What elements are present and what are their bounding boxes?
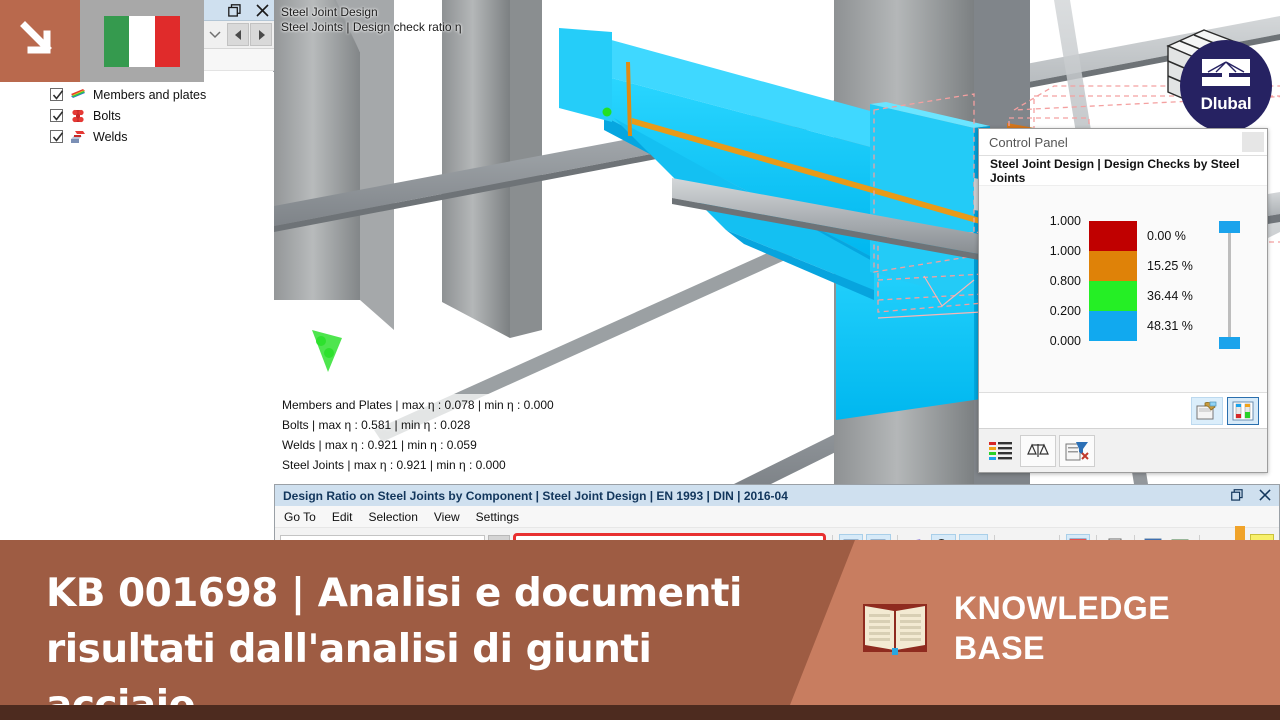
scale-value-labels: 1.000 1.000 0.800 0.200 0.000 bbox=[979, 206, 1081, 356]
scales-balance-icon bbox=[1027, 443, 1049, 457]
knowledge-base-line1: KNOWLEDGE bbox=[954, 590, 1171, 626]
control-panel-footer bbox=[979, 392, 1267, 428]
scale-value-1: 1.000 bbox=[1049, 244, 1081, 258]
color-band-blue[interactable] bbox=[1089, 311, 1137, 341]
annotation-corner-arrow bbox=[0, 0, 80, 82]
scale-value-3: 0.200 bbox=[1049, 304, 1081, 318]
legend-line-bolts: Bolts | max η : 0.581 | min η : 0.028 bbox=[282, 418, 471, 432]
scale-value-4: 0.000 bbox=[1049, 334, 1081, 348]
flag-stripe-red bbox=[154, 15, 180, 67]
tree-label-bolts: Bolts bbox=[93, 108, 121, 123]
legend-line-steel-joints: Steel Joints | max η : 0.921 | min η : 0… bbox=[282, 458, 506, 472]
checkbox-bolts[interactable] bbox=[50, 109, 64, 122]
color-bands[interactable] bbox=[1089, 221, 1137, 341]
navigator-prev-button[interactable] bbox=[227, 23, 249, 46]
filter-clipboard-icon bbox=[1065, 441, 1089, 460]
band-percent-green: 36.44 % bbox=[1147, 289, 1193, 303]
color-spectrum-edit-icon bbox=[1196, 401, 1217, 419]
color-band-green[interactable] bbox=[1089, 281, 1137, 311]
band-percentages: 0.00 % 15.25 % 36.44 % 48.31 % bbox=[1147, 221, 1193, 341]
close-icon[interactable] bbox=[253, 1, 271, 19]
control-panel-titlebar[interactable]: Control Panel bbox=[979, 129, 1267, 155]
results-close-icon[interactable] bbox=[1256, 486, 1274, 504]
knowledge-base-line2: BASE bbox=[954, 630, 1045, 666]
viewport-label-line1: Steel Joint Design bbox=[281, 5, 378, 19]
slider-handle-top[interactable] bbox=[1219, 221, 1240, 233]
welds-icon bbox=[70, 130, 86, 144]
scale-value-2: 0.800 bbox=[1049, 274, 1081, 288]
color-band-red[interactable] bbox=[1089, 221, 1137, 251]
knowledge-base-banner: KB 001698 | Analisi e documenti risultat… bbox=[0, 540, 1280, 720]
bolts-icon bbox=[70, 109, 86, 123]
slider-handle-bottom[interactable] bbox=[1219, 337, 1240, 349]
navigator-dropdown-button[interactable] bbox=[204, 23, 226, 46]
tree-label-members-and-plates: Members and plates bbox=[93, 87, 207, 102]
control-panel[interactable]: Control Panel Steel Joint Design | Desig… bbox=[978, 128, 1268, 473]
control-panel-tabs[interactable] bbox=[979, 428, 1267, 472]
band-percent-blue: 48.31 % bbox=[1147, 319, 1193, 333]
color-scale-icon bbox=[989, 441, 1012, 460]
tree-item-bolts[interactable]: Bolts bbox=[0, 105, 274, 126]
menu-item-selection[interactable]: Selection bbox=[369, 510, 418, 524]
slider-track bbox=[1228, 227, 1231, 345]
italian-flag-icon bbox=[104, 15, 180, 67]
tree-item-members-and-plates[interactable]: Members and plates bbox=[0, 84, 274, 105]
control-panel-title: Control Panel bbox=[989, 134, 1068, 150]
flag-stripe-white bbox=[129, 15, 155, 67]
banner-article-title: KB 001698 | Analisi e documenti risultat… bbox=[46, 571, 742, 720]
legend-line-welds: Welds | max η : 0.921 | min η : 0.059 bbox=[282, 438, 477, 452]
viewport-extreme-values-legend: Members and Plates | max η : 0.078 | min… bbox=[278, 394, 558, 476]
results-window-titlebar[interactable]: Design Ratio on Steel Joints by Componen… bbox=[275, 485, 1279, 506]
tree-item-welds[interactable]: Welds bbox=[0, 126, 274, 147]
menu-item-edit[interactable]: Edit bbox=[332, 510, 353, 524]
knowledge-base-block: KNOWLEDGE BASE bbox=[862, 588, 1170, 668]
menu-item-settings[interactable]: Settings bbox=[476, 510, 519, 524]
scale-range-slider[interactable] bbox=[1219, 221, 1241, 349]
legend-line-members: Members and Plates | max η : 0.078 | min… bbox=[282, 398, 554, 412]
value-scale-settings-icon bbox=[1232, 401, 1254, 420]
language-flag-badge bbox=[80, 0, 204, 82]
color-band-orange[interactable] bbox=[1089, 251, 1137, 281]
scale-value-0: 1.000 bbox=[1049, 214, 1081, 228]
checkbox-members-and-plates[interactable] bbox=[50, 88, 64, 101]
results-menu-bar[interactable]: Go To Edit Selection View Settings bbox=[275, 506, 1279, 528]
open-book-icon bbox=[863, 604, 927, 655]
arrow-left-icon bbox=[234, 29, 241, 40]
restore-icon[interactable] bbox=[225, 1, 243, 19]
results-restore-icon[interactable] bbox=[1228, 486, 1246, 504]
dlubal-mark-icon bbox=[1202, 59, 1250, 86]
dlubal-wordmark: Dlubal bbox=[1200, 94, 1252, 113]
control-panel-color-scale: 1.000 1.000 0.800 0.200 0.000 0.00 % 15.… bbox=[979, 185, 1267, 425]
members-plates-icon bbox=[70, 88, 86, 102]
navigator-next-button[interactable] bbox=[250, 23, 272, 46]
menu-item-go-to[interactable]: Go To bbox=[284, 510, 316, 524]
arrow-down-right-icon bbox=[20, 21, 52, 54]
flag-stripe-green bbox=[104, 15, 130, 67]
menu-item-view[interactable]: View bbox=[434, 510, 460, 524]
viewport-result-label: Steel Joint Design Steel Joints | Design… bbox=[281, 5, 462, 35]
arrow-right-icon bbox=[258, 29, 265, 40]
viewport-label-line2: Steel Joints | Design check ratio η bbox=[281, 20, 462, 34]
results-window-title: Design Ratio on Steel Joints by Componen… bbox=[283, 488, 788, 503]
tab-factors[interactable] bbox=[1020, 434, 1056, 467]
color-spectrum-edit-button[interactable] bbox=[1191, 396, 1223, 425]
chevron-down-icon bbox=[209, 30, 221, 38]
control-panel-subtitle: Steel Joint Design | Design Checks by St… bbox=[979, 155, 1267, 185]
band-percent-red: 0.00 % bbox=[1147, 229, 1186, 243]
control-panel-resize-grip[interactable] bbox=[1242, 132, 1264, 152]
tab-filter[interactable] bbox=[1059, 434, 1095, 467]
dlubal-logo: Dlubal bbox=[1180, 40, 1272, 132]
tab-color-scale[interactable] bbox=[985, 437, 1017, 465]
banner-footer-bar bbox=[0, 705, 1280, 720]
3d-viewport[interactable]: Steel Joint Design Steel Joints | Design… bbox=[274, 0, 1280, 484]
value-scale-settings-button[interactable] bbox=[1227, 396, 1259, 425]
tree-label-welds: Welds bbox=[93, 129, 128, 144]
navigator-tree[interactable]: Members and plates Bolts Welds bbox=[0, 72, 274, 540]
screenshot-root: Steel Joint Design Steel Joints | Design… bbox=[0, 0, 1280, 720]
band-percent-orange: 15.25 % bbox=[1147, 259, 1193, 273]
checkbox-welds[interactable] bbox=[50, 130, 64, 143]
